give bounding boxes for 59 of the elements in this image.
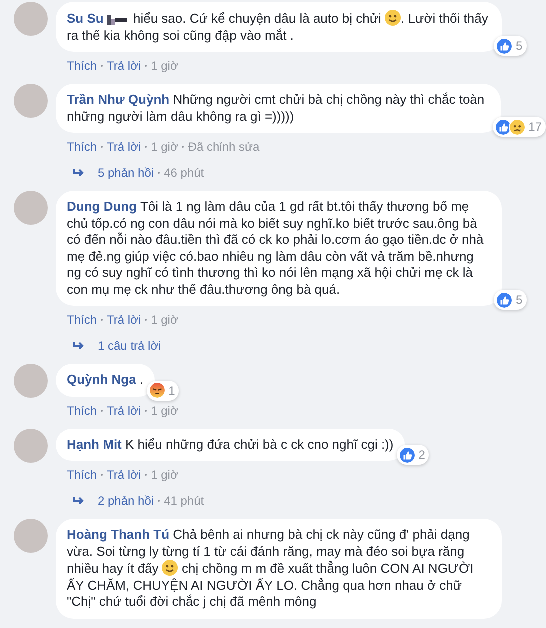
smiley-icon xyxy=(162,560,178,576)
action-link[interactable]: Trả lời xyxy=(107,402,142,420)
action-link[interactable]: Thích xyxy=(67,466,98,484)
timestamp: 46 phút xyxy=(164,165,204,182)
comment-text: Quỳnh Nga . xyxy=(67,372,144,388)
thumbs-up-icon xyxy=(496,292,513,308)
reply-arrow-icon xyxy=(73,496,85,506)
author-name[interactable]: Trần Như Quỳnh xyxy=(67,92,170,107)
reaction-count: 5 xyxy=(516,292,523,309)
comment-text: Dung Dung Tôi là 1 ng làm dâu của 1 gd rất bt.tôi thấy thương bố mẹ chủ tốp.có ng con dâu nói mà ko biết suy nghĩ.ko biết trước sau.ông bà có đến nỗi nào đâu.tiền thì đã có ck ko phải lo.cơm áo gạo tiền.dc ở nhà mẹ đẻ.ng giúp việc có.bao nhiêu ng làm dâu còn vất vả trăm bề.nhưng ng có suy nghĩ có tình thương thì ko nói lên mạng xã hội chửi mẹ ck là con mụ mẹ ck như thế đâu.thương ông bà quá. xyxy=(67,199,485,298)
reply-arrow-icon xyxy=(73,341,85,351)
reaction-badge[interactable]: 5 xyxy=(494,36,527,56)
action-link[interactable]: Thích xyxy=(67,311,98,329)
reply-arrow-icon xyxy=(73,168,85,178)
timestamp: 1 giờ xyxy=(151,402,178,420)
thumbs-up-icon xyxy=(398,446,416,464)
timestamp: 1 giờ xyxy=(151,467,178,484)
action-link[interactable]: Trả lời xyxy=(107,311,142,329)
comment-text: Hoàng Thanh Tú Chả bênh ai nhưng bà chị ck này cũng đ' phải dạng vừa. Soi từng ly từng tí 1 từ cái đánh răng, may mà đéo soi bựa răng nhiều hay ít đấy chị chồng m m đề xuất thẳng luôn CON AI NGƯỜI ẤY CHĂM, CHUYỆN AI NGƯỜI ẤY LO. Chẳng qua hơn nhau ở chữ "Chị" chứ tuổi đời chắc j chị đã mênh mông xyxy=(67,527,475,610)
action-link[interactable]: Trả lời xyxy=(107,138,142,156)
replies-link[interactable]: 5 phản hồi xyxy=(98,164,154,182)
thumbs-up-icon xyxy=(496,38,513,54)
avatar[interactable] xyxy=(14,191,48,225)
sad-face-icon xyxy=(508,118,526,136)
action-link[interactable]: Trả lời xyxy=(107,57,142,75)
action-link[interactable]: Trả lời xyxy=(107,466,142,484)
timestamp: 1 giờ xyxy=(151,139,178,156)
author-name[interactable]: Quỳnh Nga xyxy=(67,372,136,387)
avatar[interactable] xyxy=(14,2,48,36)
reaction-badge[interactable]: 2 xyxy=(396,445,430,465)
action-link[interactable]: Thích xyxy=(67,402,98,420)
comment-text: Hạnh Mit K hiểu những đứa chửi bà c ck cno nghĩ cgi :)) xyxy=(67,436,394,453)
action-link[interactable]: Thích xyxy=(67,138,98,156)
thumbs-up-icon xyxy=(494,118,512,136)
reaction-badge[interactable]: 1 xyxy=(146,380,180,400)
comment-text: Trần Như Quỳnh Những người cmt chửi bà chị chồng này thì chắc toàn những người làm dâu không ra gì =))))) xyxy=(67,92,486,125)
avatar[interactable] xyxy=(14,84,48,118)
replies-link[interactable]: 2 phản hồi xyxy=(98,492,154,510)
comment-text: Su Su hiểu sao. Cứ kể chuyện dâu là auto bị chửi . Lười thối thấy ra thế kia không soi cũng đập vào mắt . xyxy=(67,10,490,44)
timestamp: 1 giờ xyxy=(151,58,178,75)
reaction-count: 5 xyxy=(516,38,523,55)
smiley-icon xyxy=(385,10,402,26)
author-name[interactable]: Su Su xyxy=(67,11,104,26)
avatar[interactable] xyxy=(14,364,48,398)
avatar[interactable] xyxy=(14,428,48,462)
author-name[interactable]: Dung Dung xyxy=(67,199,138,214)
reaction-count: 1 xyxy=(168,382,176,400)
timestamp: 41 phút xyxy=(164,493,204,510)
reaction-count: 2 xyxy=(418,447,426,464)
reaction-badge[interactable]: 5 xyxy=(494,290,527,310)
author-name[interactable]: Hạnh Mit xyxy=(67,436,122,452)
author-name[interactable]: Hoàng Thanh Tú xyxy=(67,527,170,542)
timestamp: 1 giờ xyxy=(151,312,178,329)
reaction-count: 17 xyxy=(528,119,542,136)
replies-link[interactable]: 1 câu trả lời xyxy=(98,337,162,355)
edited-label[interactable]: Đã chỉnh sửa xyxy=(188,138,260,156)
avatar[interactable] xyxy=(14,519,48,553)
reaction-badge[interactable]: 17 xyxy=(492,117,546,137)
action-link[interactable]: Thích xyxy=(67,57,98,75)
